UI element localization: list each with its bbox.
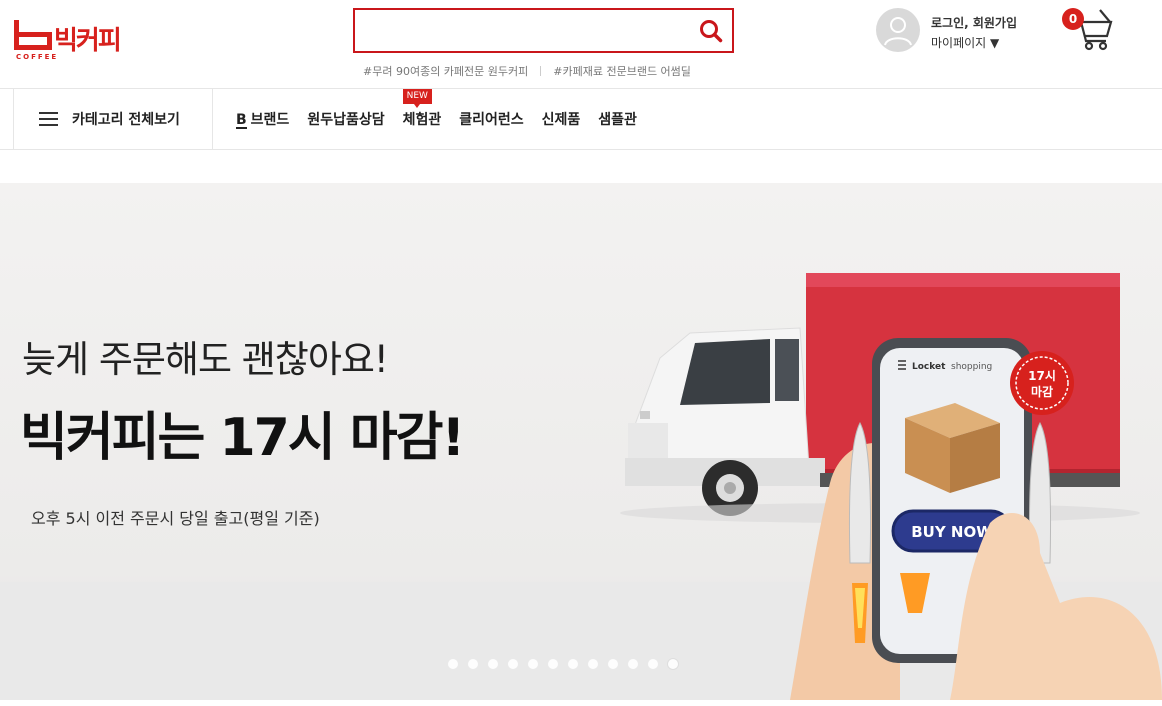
main-nav: 카테고리 전체보기 B 브랜드 원두납품상담 NEW 체험관 클리어런스 신제품 … [0,89,1162,150]
nav-item-bean-consult[interactable]: 원두납품상담 [307,109,384,129]
slide-pagination [448,659,688,669]
nav-menu: B 브랜드 원두납품상담 NEW 체험관 클리어런스 신제품 샘플관 [236,89,655,149]
nav-item-label: 브랜드 [250,112,290,128]
slide-dot[interactable] [608,659,618,669]
hamburger-icon [39,112,58,126]
cart-button[interactable]: 0 [1062,6,1116,52]
search-icon [700,20,723,43]
slide-dot[interactable] [668,659,678,669]
slide-dot[interactable] [628,659,638,669]
nav-item-clearance[interactable]: 클리어런스 [459,109,523,129]
logo-b-mark [14,16,54,54]
nav-item-label: 체험관 [402,112,442,128]
search-tag[interactable]: #카페재료 전문브랜드 어썸딜 [553,63,691,79]
logo-subtext: COFFEE [16,53,59,61]
user-avatar-icon[interactable] [876,8,920,52]
deadline-badge-line1: 17시 [1028,369,1056,383]
banner-headline-1: 늦게 주문해도 괜찮아요! [22,338,389,381]
slide-dot[interactable] [488,659,498,669]
banner-subline: 오후 5시 이전 주문시 당일 출고(평일 기준) [31,509,320,528]
page-bottom-strip [0,700,1162,706]
phone-app-sub: shopping [951,362,992,372]
nav-item-samples[interactable]: 샘플관 [598,109,637,129]
mypage-dropdown[interactable]: 마이페이지 ▼ [931,34,999,51]
slide-dot[interactable] [568,659,578,669]
category-all-button[interactable]: 카테고리 전체보기 [13,89,213,149]
slide-dot[interactable] [648,659,658,669]
buy-now-text: BUY NOW [911,523,993,541]
nav-item-new-products[interactable]: 신제품 [542,109,581,129]
deadline-badge-line2: 마감 [1031,384,1053,399]
phone-app-label: Locket [912,362,946,372]
bigcoffee-logo[interactable]: 빅커피 COFFEE [14,16,136,61]
banner-headline-2: 빅커피는 17시 마감! [20,408,465,468]
cart-count-badge: 0 [1062,8,1084,30]
user-area: 로그인, 회원가입 마이페이지 ▼ [876,8,1056,54]
main-banner[interactable]: Locket shopping BUY NOW 17시 마감 늦게 주문해도 괜… [0,183,1162,700]
site-header: 빅커피 COFFEE #무려 90여종의 카페전문 원두커피 #카페재료 전문브… [0,0,1162,89]
nav-item-experience[interactable]: NEW 체험관 [402,89,442,129]
slide-dot[interactable] [548,659,558,669]
category-all-label: 카테고리 전체보기 [72,112,180,128]
search-input[interactable] [365,10,685,50]
nav-item-brand[interactable]: B 브랜드 [236,109,289,129]
brand-b-icon: B [236,112,247,129]
new-badge: NEW [402,89,432,108]
slide-dot[interactable] [448,659,458,669]
slide-dot[interactable] [588,659,598,669]
slide-dot[interactable] [508,659,518,669]
search-tags: #무려 90여종의 카페전문 원두커피 #카페재료 전문브랜드 어썸딜 [363,63,691,79]
search-tag[interactable]: #무려 90여종의 카페전문 원두커피 [363,63,528,79]
slide-dot[interactable] [468,659,478,669]
search-box [353,8,734,53]
slide-dot[interactable] [528,659,538,669]
tag-divider [540,66,542,76]
login-signup-link[interactable]: 로그인, 회원가입 [931,14,1017,31]
logo-text: 빅커피 [54,26,122,56]
search-button[interactable] [698,18,724,44]
